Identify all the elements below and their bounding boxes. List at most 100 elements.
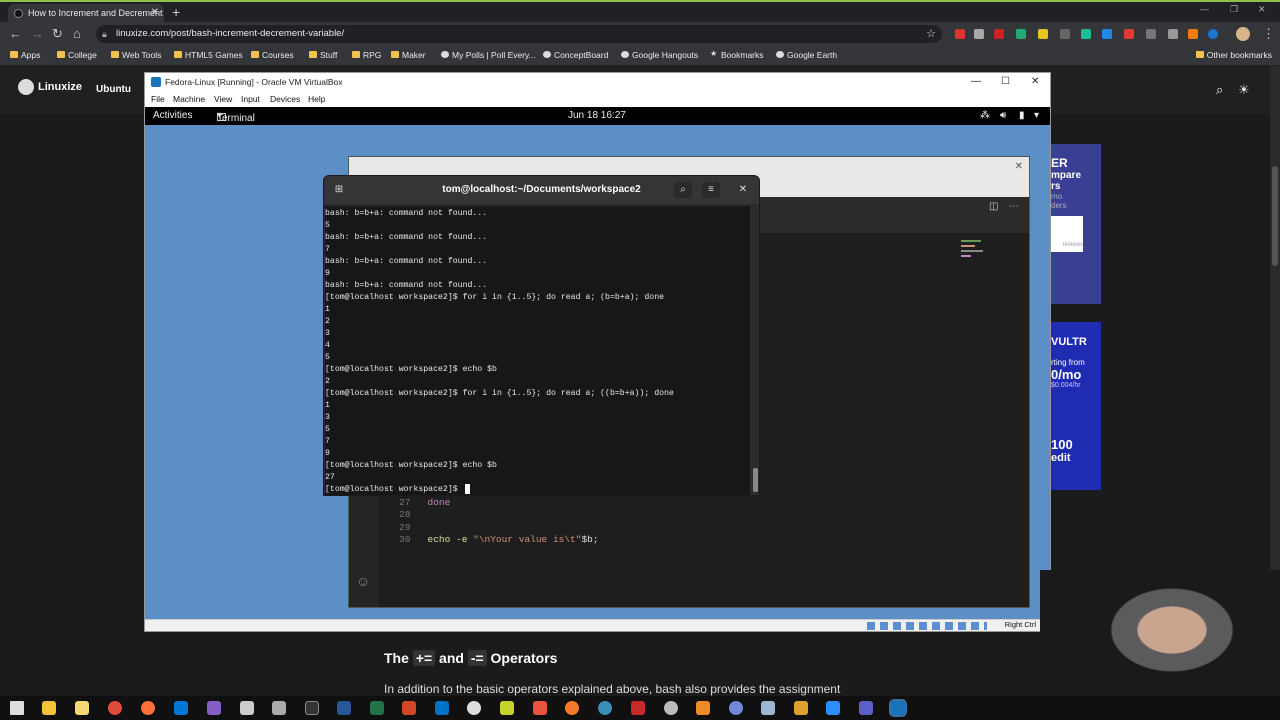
bookmark-item[interactable]: Courses — [251, 50, 294, 60]
site-nav-link[interactable]: Ubuntu — [96, 84, 131, 95]
url-bar[interactable]: 🔒︎ linuxize.com/post/bash-increment-decr… — [96, 25, 942, 43]
terminal-output[interactable]: bash: b=b+a: command not found... 5 bash… — [325, 206, 750, 495]
reload-icon[interactable]: ↻ — [52, 26, 63, 42]
menu-input[interactable]: Input — [241, 94, 260, 104]
site-logo[interactable]: Linuxize — [18, 79, 82, 95]
close-icon[interactable]: ✕ — [734, 182, 752, 198]
bookmark-item[interactable]: ConceptBoard — [543, 50, 608, 60]
blender-icon[interactable] — [565, 701, 579, 715]
extension-icon[interactable] — [1102, 29, 1112, 39]
theme-toggle-icon[interactable]: ☀ — [1238, 82, 1250, 98]
bookmark-item[interactable]: Web Tools — [111, 50, 161, 60]
vlc-icon[interactable] — [696, 701, 710, 715]
vultr-ad[interactable]: VULTR rting from 0/mo $0.004/hr 100 edit — [1051, 322, 1101, 490]
search-icon[interactable]: ⌕ — [1216, 82, 1223, 98]
bookmark-star-icon[interactable]: ☆ — [926, 25, 936, 43]
taskbar-app-icon[interactable] — [631, 701, 645, 715]
teams-icon[interactable] — [859, 701, 873, 715]
restore-window-icon[interactable]: ❐ — [1230, 4, 1238, 15]
search-icon[interactable]: ⌕ — [674, 182, 692, 198]
extension-icon[interactable] — [974, 29, 984, 39]
taskbar-app-icon[interactable] — [533, 701, 547, 715]
forward-icon[interactable]: → — [31, 26, 44, 41]
bookmark-item[interactable]: My Polls | Poll Every... — [441, 50, 536, 60]
extension-icon[interactable] — [1208, 29, 1218, 39]
taskbar-app-icon[interactable] — [75, 701, 89, 715]
taskbar-app-icon[interactable] — [761, 701, 775, 715]
browser-tab[interactable]: How to Increment and Decrement ✕ — [8, 4, 164, 24]
extension-icon[interactable] — [1168, 29, 1178, 39]
extension-icon[interactable] — [994, 29, 1004, 39]
close-icon[interactable]: ✕ — [1031, 73, 1039, 91]
bookmark-item[interactable]: HTML5 Games — [174, 50, 243, 60]
profile-avatar[interactable] — [1236, 27, 1250, 41]
discord-icon[interactable] — [729, 701, 743, 715]
bookmark-item[interactable]: Stuff — [309, 50, 337, 60]
powerpoint-icon[interactable] — [402, 701, 416, 715]
bookmark-item[interactable]: College — [57, 50, 97, 60]
tab-close-icon[interactable]: ✕ — [151, 4, 159, 22]
bookmark-item[interactable]: Apps — [10, 50, 40, 60]
extension-icon[interactable] — [1124, 29, 1134, 39]
extension-icon[interactable] — [1060, 29, 1070, 39]
volume-icon[interactable]: 🔊︎ — [1000, 110, 1006, 121]
taskbar-app-icon[interactable] — [240, 701, 254, 715]
taskbar-app-icon[interactable] — [664, 701, 678, 715]
back-icon[interactable]: ← — [9, 26, 22, 41]
bookmark-item[interactable]: RPG — [352, 50, 381, 60]
bookmark-item[interactable]: Bookmarks — [710, 49, 764, 60]
clock[interactable]: Jun 18 16:27 — [568, 110, 626, 121]
menu-devices[interactable]: Devices — [270, 94, 300, 104]
extension-icon[interactable] — [955, 29, 965, 39]
chrome-menu-icon[interactable]: ⋮ — [1262, 26, 1275, 42]
close-window-icon[interactable]: ✕ — [1258, 4, 1266, 15]
word-icon[interactable] — [337, 701, 351, 715]
bookmark-item[interactable]: Google Hangouts — [621, 50, 698, 60]
close-icon[interactable]: ✕ — [1015, 161, 1023, 172]
menu-help[interactable]: Help — [308, 94, 325, 104]
zoom-icon[interactable] — [826, 701, 840, 715]
advertisement-banner[interactable]: ER mpare rs mo ders reviews — [1051, 144, 1101, 304]
system-menu-icon[interactable]: ▾ — [1034, 110, 1039, 121]
taskbar-app-icon[interactable] — [305, 701, 319, 715]
chrome-icon[interactable] — [108, 701, 122, 715]
minimize-window-icon[interactable]: — — [1200, 4, 1209, 14]
vscode-icon[interactable] — [174, 701, 188, 715]
extension-icon[interactable] — [1038, 29, 1048, 39]
activities-button[interactable]: Activities — [153, 110, 192, 121]
excel-icon[interactable] — [370, 701, 384, 715]
extension-icon[interactable] — [1146, 29, 1156, 39]
windows-start-icon[interactable] — [10, 701, 24, 715]
virtualbox-taskbar-icon[interactable] — [889, 699, 907, 717]
network-icon[interactable]: ⁂ — [980, 110, 990, 121]
editor-minimap[interactable] — [961, 237, 991, 277]
split-editor-icon[interactable]: ◫ — [989, 201, 998, 212]
maximize-icon[interactable]: ☐ — [1001, 73, 1010, 91]
code-line[interactable]: 29 — [399, 522, 410, 533]
extension-icon[interactable] — [1081, 29, 1091, 39]
file-explorer-icon[interactable] — [42, 701, 56, 715]
visual-studio-icon[interactable] — [207, 701, 221, 715]
terminal-scrollbar[interactable] — [753, 468, 758, 492]
account-icon[interactable]: ☺ — [356, 573, 370, 589]
code-line[interactable]: 28 — [399, 509, 410, 520]
scrollbar-thumb[interactable] — [1272, 166, 1278, 266]
bookmark-item[interactable]: Maker — [391, 50, 426, 60]
taskbar-app-icon[interactable] — [500, 701, 514, 715]
code-line[interactable]: 27 done — [399, 497, 450, 508]
hamburger-menu-icon[interactable]: ≡ — [702, 182, 720, 198]
more-actions-icon[interactable]: ⋯ — [1009, 201, 1019, 212]
menu-machine[interactable]: Machine — [173, 94, 205, 104]
outlook-icon[interactable] — [435, 701, 449, 715]
bookmark-item[interactable]: Google Earth — [776, 50, 837, 60]
code-line[interactable]: 30 echo -e "\nYour value is\t"$b; — [399, 534, 599, 545]
taskbar-app-icon[interactable] — [272, 701, 286, 715]
taskbar-app-icon[interactable] — [598, 701, 612, 715]
minimize-icon[interactable]: — — [971, 73, 981, 91]
other-bookmarks[interactable]: Other bookmarks — [1195, 50, 1272, 60]
extension-icon[interactable] — [1016, 29, 1026, 39]
new-tab-icon[interactable]: + — [172, 4, 180, 20]
new-tab-icon[interactable]: ⊞ — [330, 182, 348, 198]
vbox-device-icons[interactable] — [867, 622, 987, 630]
app-menu[interactable]: Terminal ▾ — [217, 110, 255, 124]
